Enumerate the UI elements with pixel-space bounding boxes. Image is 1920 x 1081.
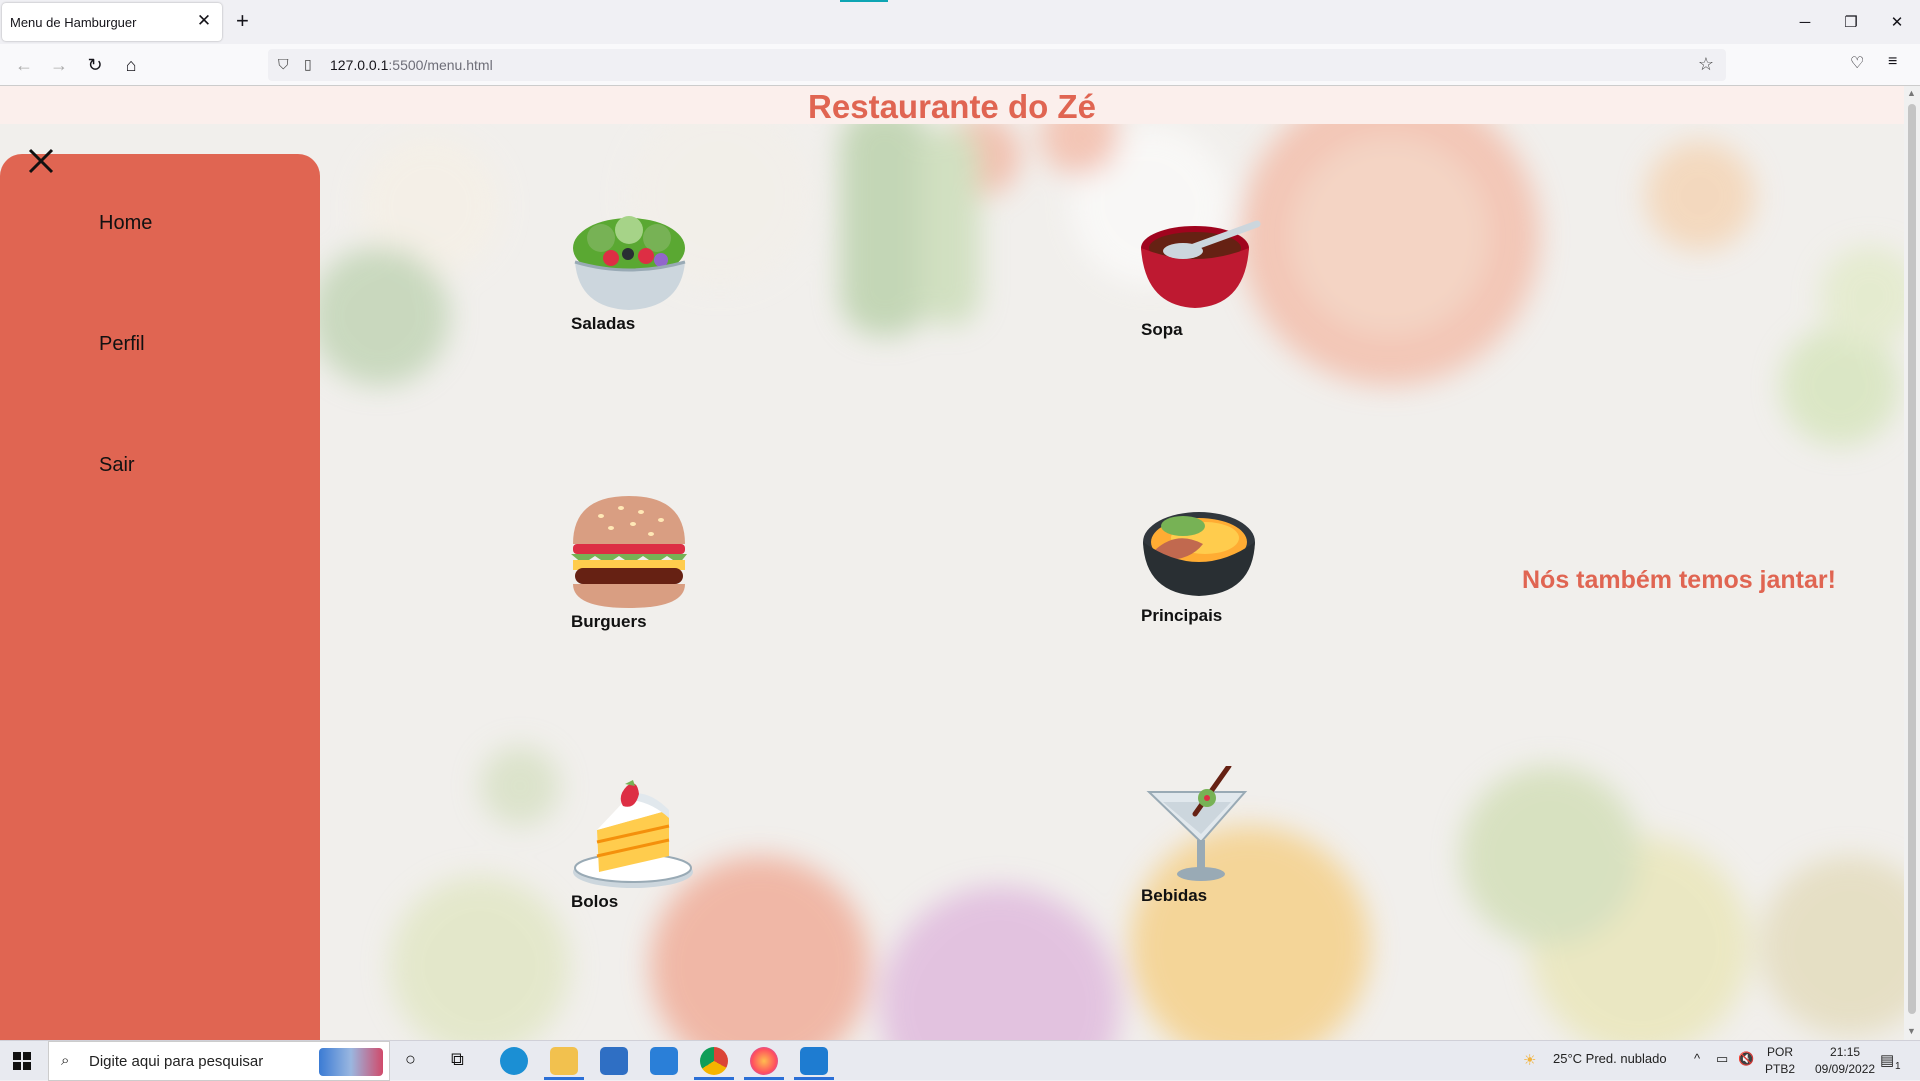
clock-time: 21:15: [1830, 1045, 1861, 1059]
sidebar-item-sair[interactable]: Sair: [99, 454, 135, 477]
sidebar: Home Perfil Sair: [0, 154, 320, 1040]
language-code: POR: [1767, 1045, 1794, 1059]
tray-chevron-icon[interactable]: ^: [1694, 1051, 1700, 1066]
chrome-icon[interactable]: [700, 1047, 728, 1075]
hamburger-icon: [571, 496, 687, 608]
hamburger-menu-icon[interactable]: ≡: [1888, 53, 1897, 71]
loading-indicator: [840, 0, 888, 2]
menu-label-bolos: Bolos: [571, 892, 619, 911]
page-scrollbar[interactable]: ▲ ▼: [1904, 86, 1920, 1040]
close-icon[interactable]: [26, 146, 56, 176]
taskbar-clock[interactable]: 21:15 09/09/2022: [1815, 1044, 1875, 1078]
new-tab-button[interactable]: +: [236, 10, 249, 32]
tab-title: Menu de Hamburguer: [10, 15, 137, 30]
cortana-icon[interactable]: ○: [405, 1049, 416, 1070]
home-icon[interactable]: ⌂: [119, 53, 143, 77]
shield-icon[interactable]: ⛉: [278, 56, 289, 73]
keyboard-layout: PTB2: [1765, 1062, 1796, 1076]
menu-item-burguers[interactable]: Burguers: [571, 494, 691, 632]
sidebar-item-home[interactable]: Home: [99, 212, 152, 235]
menu-label-principais: Principais: [1141, 606, 1223, 625]
window-controls: ─ ❐ ✕: [1782, 0, 1920, 44]
cocktail-icon: [1146, 766, 1248, 881]
scrollbar-thumb[interactable]: [1908, 104, 1916, 1014]
language-indicator[interactable]: POR PTB2: [1765, 1044, 1795, 1078]
restore-button[interactable]: ❐: [1828, 0, 1874, 44]
close-window-button[interactable]: ✕: [1874, 0, 1920, 44]
clock-date: 09/09/2022: [1815, 1062, 1876, 1076]
search-placeholder: Digite aqui para pesquisar: [89, 1053, 264, 1070]
page-viewport: Restaurante do Zé Home Perfil Sair Salad…: [0, 86, 1904, 1040]
menu-label-sopa: Sopa: [1141, 320, 1183, 339]
vscode-icon[interactable]: [800, 1047, 828, 1075]
scroll-down-icon[interactable]: ▼: [1907, 1026, 1916, 1036]
weather-icon[interactable]: ☀: [1523, 1051, 1536, 1069]
notification-count: 1: [1895, 1061, 1901, 1072]
store-icon[interactable]: [600, 1047, 628, 1075]
menu-item-sopa[interactable]: Sopa: [1141, 218, 1261, 340]
menu-item-saladas[interactable]: Saladas: [571, 208, 691, 334]
bookmark-star-icon[interactable]: ☆: [1698, 54, 1714, 75]
scroll-up-icon[interactable]: ▲: [1907, 88, 1916, 98]
mail-icon[interactable]: [650, 1047, 678, 1075]
salad-icon: [573, 216, 686, 310]
navigation-bar: ← → ↻ ⌂ ⛉ ▯ 127.0.0.1:5500/menu.html ☆ ♡…: [0, 44, 1920, 86]
search-icon: ⌕: [61, 1052, 70, 1069]
volume-muted-icon[interactable]: 🔇: [1738, 1051, 1754, 1067]
tab-bar: Menu de Hamburguer ✕ + ─ ❐ ✕: [0, 0, 1920, 44]
search-highlight-icon: [319, 1048, 383, 1076]
sidebar-item-perfil[interactable]: Perfil: [99, 333, 145, 356]
firefox-icon[interactable]: [750, 1047, 778, 1075]
windows-taskbar: ⌕ Digite aqui para pesquisar ○ ⧉ ☀ 25°C …: [0, 1040, 1920, 1081]
pocket-icon[interactable]: ♡: [1850, 53, 1864, 73]
edge-icon[interactable]: [500, 1047, 528, 1075]
page-icon: ▯: [304, 56, 312, 72]
soup-bowl-icon: [1141, 220, 1261, 308]
shallow-pan-icon: [1143, 512, 1255, 596]
address-bar[interactable]: ⛉ ▯ 127.0.0.1:5500/menu.html ☆: [268, 49, 1726, 81]
file-explorer-icon[interactable]: [550, 1047, 578, 1075]
menu-label-saladas: Saladas: [571, 314, 636, 333]
menu-label-burguers: Burguers: [571, 612, 647, 631]
back-arrow-icon[interactable]: ←: [12, 53, 36, 77]
dinner-announcement: Nós também temos jantar!: [1522, 566, 1836, 594]
cake-slice-icon: [573, 780, 693, 888]
minimize-button[interactable]: ─: [1782, 0, 1828, 44]
menu-label-bebidas: Bebidas: [1141, 886, 1208, 905]
weather-text[interactable]: 25°C Pred. nublado: [1553, 1051, 1667, 1066]
forward-arrow-icon[interactable]: →: [47, 53, 71, 77]
menu-item-bebidas[interactable]: Bebidas: [1141, 766, 1261, 906]
menu-item-principais[interactable]: Principais: [1141, 504, 1261, 626]
page-title: Restaurante do Zé: [808, 88, 1096, 125]
windows-start-icon[interactable]: [13, 1052, 31, 1070]
network-icon[interactable]: ▭: [1716, 1051, 1728, 1067]
task-view-icon[interactable]: ⧉: [451, 1049, 464, 1070]
notification-icon[interactable]: ▤: [1880, 1051, 1894, 1069]
tab-close-icon[interactable]: ✕: [194, 11, 214, 31]
reload-icon[interactable]: ↻: [83, 53, 107, 77]
menu-item-bolos[interactable]: Bolos: [571, 780, 695, 912]
taskbar-search-box[interactable]: ⌕ Digite aqui para pesquisar: [48, 1041, 390, 1081]
browser-tab[interactable]: Menu de Hamburguer ✕: [2, 3, 222, 41]
url-text: 127.0.0.1:5500/menu.html: [330, 57, 493, 73]
